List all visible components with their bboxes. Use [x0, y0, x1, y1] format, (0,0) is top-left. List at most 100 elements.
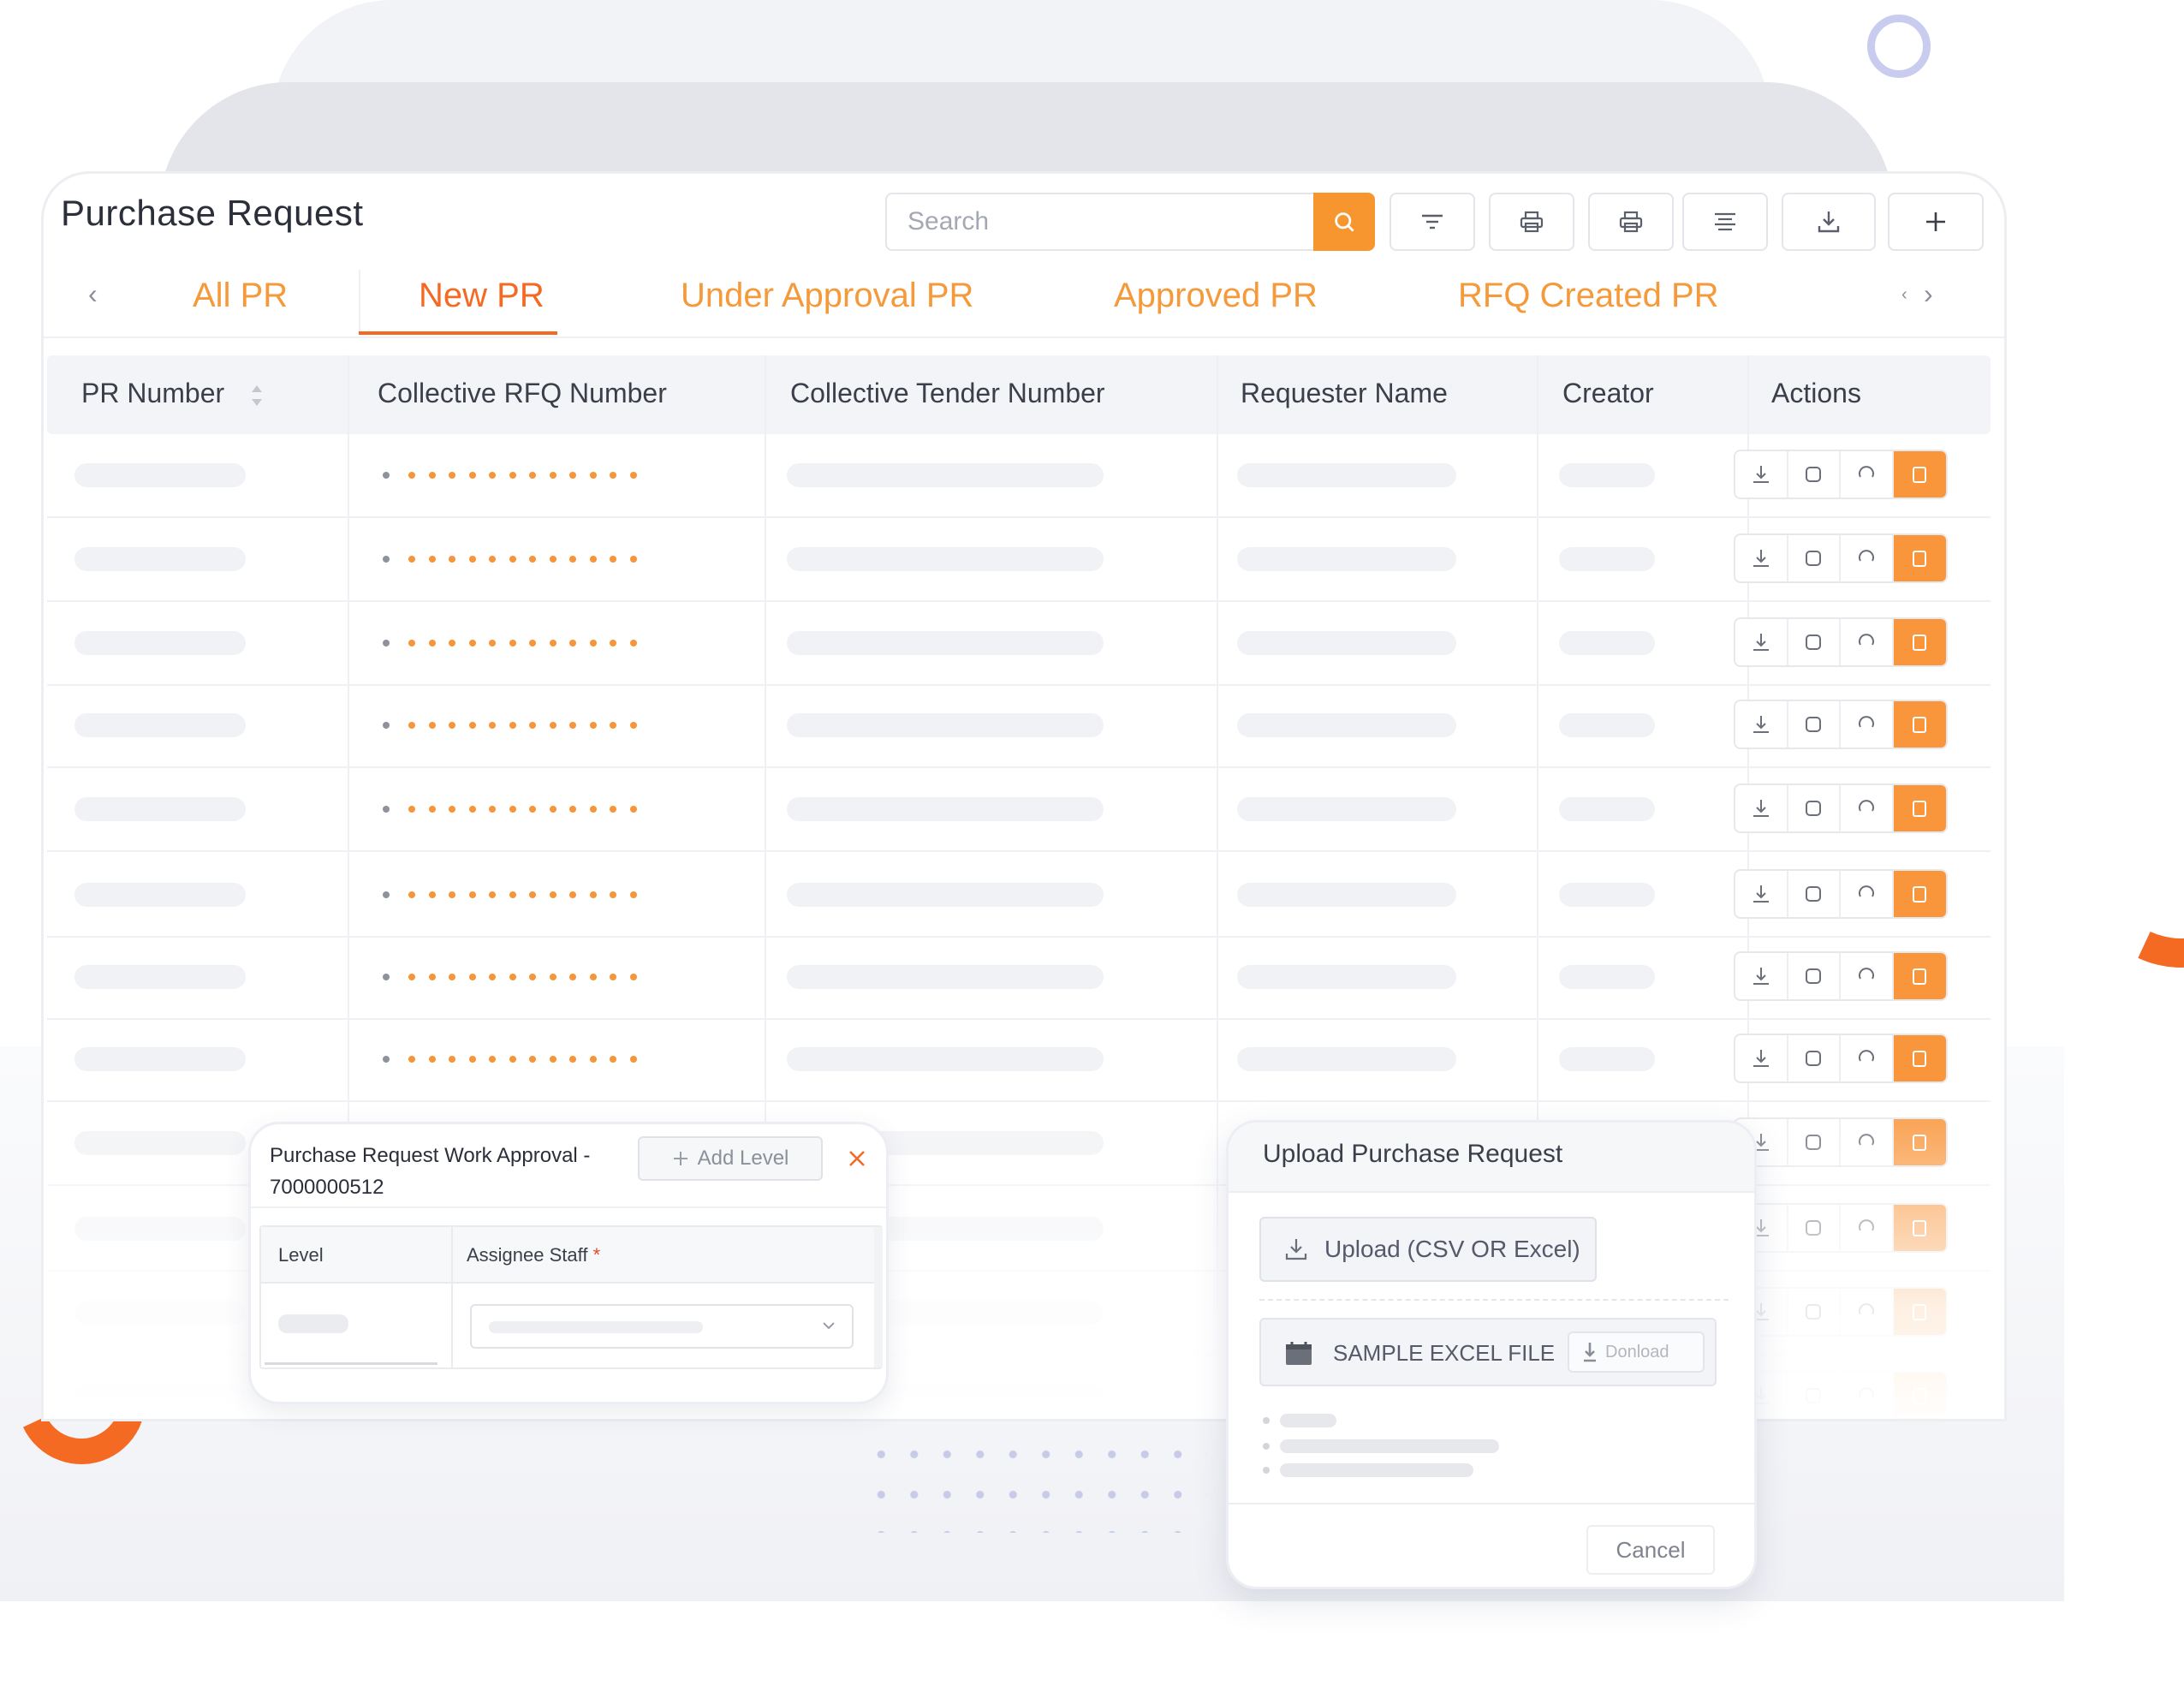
download-action-button[interactable] [1735, 535, 1788, 581]
tab-next-arrow[interactable]: › [1924, 278, 1933, 310]
refresh-action-button[interactable] [1841, 619, 1894, 665]
table-row[interactable] [44, 434, 2004, 518]
add-level-button[interactable]: Add Level [638, 1136, 823, 1181]
delete-action-button[interactable] [1893, 619, 1946, 665]
table-row[interactable] [44, 1018, 2004, 1102]
download-action-button[interactable] [1735, 619, 1788, 665]
add-button[interactable] [1888, 193, 1984, 251]
delete-action-button[interactable] [1893, 1119, 1946, 1165]
table-row[interactable] [44, 684, 2004, 768]
search-input[interactable] [885, 193, 1313, 251]
tab-approved-pr[interactable]: Approved PR [1114, 277, 1318, 315]
close-button[interactable] [840, 1141, 874, 1176]
dot [468, 640, 476, 646]
view-action-button[interactable] [1788, 1119, 1841, 1165]
dot [589, 974, 597, 980]
delete-action-button[interactable] [1893, 871, 1946, 917]
download-action-button[interactable] [1735, 785, 1788, 831]
delete-action-button[interactable] [1893, 1289, 1946, 1335]
refresh-action-button[interactable] [1841, 1289, 1894, 1335]
row-actions [1734, 869, 1948, 919]
view-action-button[interactable] [1788, 619, 1841, 665]
view-action-button[interactable] [1788, 1205, 1841, 1251]
dot [589, 806, 597, 813]
download-action-button[interactable] [1735, 953, 1788, 999]
refresh-action-button[interactable] [1841, 785, 1894, 831]
table-row[interactable] [44, 768, 2004, 852]
dot [529, 1056, 536, 1063]
dot [509, 472, 516, 479]
dot [549, 1056, 556, 1063]
view-action-button[interactable] [1788, 535, 1841, 581]
download-action-button[interactable] [1735, 451, 1788, 497]
dot [549, 891, 556, 898]
scrollbar[interactable] [874, 1227, 883, 1367]
search-icon [1335, 212, 1354, 232]
refresh-action-button[interactable] [1841, 871, 1894, 917]
delete-action-button[interactable] [1893, 1035, 1946, 1081]
dot [383, 1056, 390, 1063]
calendar-file-icon [1286, 1342, 1312, 1365]
refresh-action-button[interactable] [1841, 701, 1894, 748]
dot [408, 1056, 415, 1063]
refresh-action-button[interactable] [1841, 953, 1894, 999]
filter-button[interactable] [1390, 193, 1475, 251]
dot [629, 722, 637, 729]
download-action-button[interactable] [1735, 1035, 1788, 1081]
tab-rfq-created-pr[interactable]: RFQ Created PR [1458, 277, 1719, 315]
tab-all-pr[interactable]: All PR [193, 277, 288, 315]
column-header-creator: Creator [1562, 378, 1654, 408]
assignee-staff-select[interactable] [470, 1304, 854, 1349]
dot [509, 640, 516, 646]
table-row[interactable] [44, 854, 2004, 938]
delete-icon [1909, 464, 1930, 485]
delete-action-button[interactable] [1893, 953, 1946, 999]
download-button[interactable] [1782, 193, 1876, 251]
delete-action-button[interactable] [1893, 701, 1946, 748]
column-header-pr-number[interactable]: PR Number [81, 378, 265, 409]
print-button[interactable] [1588, 193, 1674, 251]
table-row[interactable] [44, 936, 2004, 1020]
view-action-button[interactable] [1788, 1373, 1841, 1419]
delete-action-button[interactable] [1893, 535, 1946, 581]
search-button[interactable] [1313, 193, 1375, 251]
row-actions [1734, 1117, 1948, 1167]
view-action-button[interactable] [1788, 871, 1841, 917]
approval-levels-table: Level Assignee Staff * [259, 1225, 883, 1369]
table-row[interactable] [44, 518, 2004, 602]
download-sample-button[interactable]: Donload [1568, 1332, 1705, 1373]
columns-button[interactable] [1682, 193, 1768, 251]
dot [509, 806, 516, 813]
dot [549, 472, 556, 479]
tab-new-pr[interactable]: New PR [419, 277, 545, 315]
view-action-button[interactable] [1788, 1035, 1841, 1081]
refresh-action-button[interactable] [1841, 451, 1894, 497]
download-action-button[interactable] [1735, 871, 1788, 917]
refresh-action-button[interactable] [1841, 1119, 1894, 1165]
download-action-button[interactable] [1735, 701, 1788, 748]
delete-action-button[interactable] [1893, 785, 1946, 831]
dot [408, 472, 415, 479]
delete-action-button[interactable] [1893, 1205, 1946, 1251]
cancel-button[interactable]: Cancel [1586, 1525, 1715, 1575]
table-header: PR Number Collective RFQ Number Collecti… [47, 355, 1991, 434]
view-action-button[interactable] [1788, 953, 1841, 999]
view-action-button[interactable] [1788, 451, 1841, 497]
print-button[interactable] [1489, 193, 1574, 251]
dot [408, 640, 415, 646]
view-action-button[interactable] [1788, 1289, 1841, 1335]
refresh-action-button[interactable] [1841, 1373, 1894, 1419]
dot [549, 556, 556, 563]
refresh-action-button[interactable] [1841, 535, 1894, 581]
tab-prev-arrow[interactable]: ‹ [88, 278, 98, 310]
table-row[interactable] [44, 602, 2004, 686]
upload-file-button[interactable]: Upload (CSV OR Excel) [1259, 1217, 1597, 1282]
row-actions [1734, 951, 1948, 1001]
view-action-button[interactable] [1788, 701, 1841, 748]
refresh-action-button[interactable] [1841, 1035, 1894, 1081]
tab-under-approval-pr[interactable]: Under Approval PR [681, 277, 973, 315]
view-action-button[interactable] [1788, 785, 1841, 831]
refresh-action-button[interactable] [1841, 1205, 1894, 1251]
delete-action-button[interactable] [1893, 1373, 1946, 1419]
delete-action-button[interactable] [1893, 451, 1946, 497]
